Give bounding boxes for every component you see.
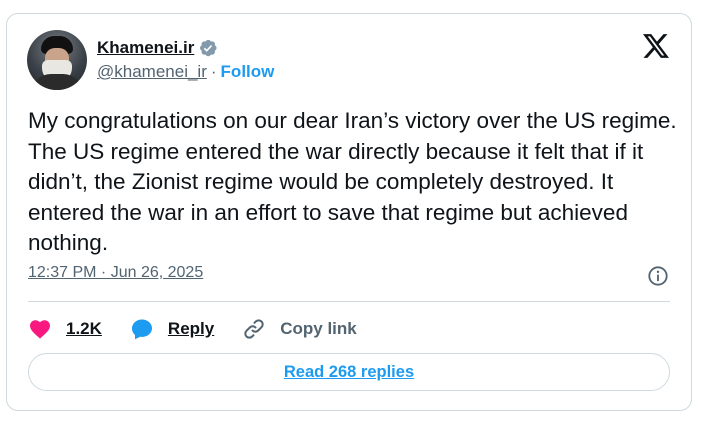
follow-button[interactable]: Follow xyxy=(221,62,275,82)
link-icon xyxy=(244,319,264,339)
author-handle[interactable]: @khamenei_ir xyxy=(97,62,207,82)
heart-icon xyxy=(30,320,50,339)
tweet-timestamp[interactable]: 12:37 PM · Jun 26, 2025 xyxy=(28,264,203,282)
read-replies-label: Read 268 replies xyxy=(283,362,415,381)
divider xyxy=(28,301,670,302)
info-icon[interactable] xyxy=(647,265,669,287)
action-bar: 1.2K Reply Copy link xyxy=(28,316,385,342)
reply-label: Reply xyxy=(167,319,215,338)
author-info: Khamenei.ir @khamenei_ir · Follow xyxy=(97,36,274,84)
handle-row: @khamenei_ir · Follow xyxy=(97,60,274,84)
like-button[interactable]: 1.2K xyxy=(28,317,102,341)
verified-badge-icon xyxy=(200,39,217,57)
copy-link-label: Copy link xyxy=(280,319,357,338)
tweet-text: My congratulations on our dear Iran’s vi… xyxy=(28,108,683,255)
name-row: Khamenei.ir xyxy=(97,36,274,60)
reply-button[interactable]: Reply xyxy=(130,317,214,341)
separator-dot: · xyxy=(210,62,217,81)
speech-bubble-icon xyxy=(131,319,152,340)
x-logo-icon[interactable] xyxy=(643,34,669,58)
read-replies-button[interactable]: Read 268 replies xyxy=(28,353,670,391)
author-display-name[interactable]: Khamenei.ir xyxy=(97,38,194,58)
author-avatar[interactable] xyxy=(27,30,87,90)
like-count: 1.2K xyxy=(66,319,102,338)
tweet-header: Khamenei.ir @khamenei_ir · Follow xyxy=(27,30,274,90)
copy-link-button[interactable]: Copy link xyxy=(242,317,357,341)
tweet-card: Khamenei.ir @khamenei_ir · Follow My con… xyxy=(6,13,692,411)
